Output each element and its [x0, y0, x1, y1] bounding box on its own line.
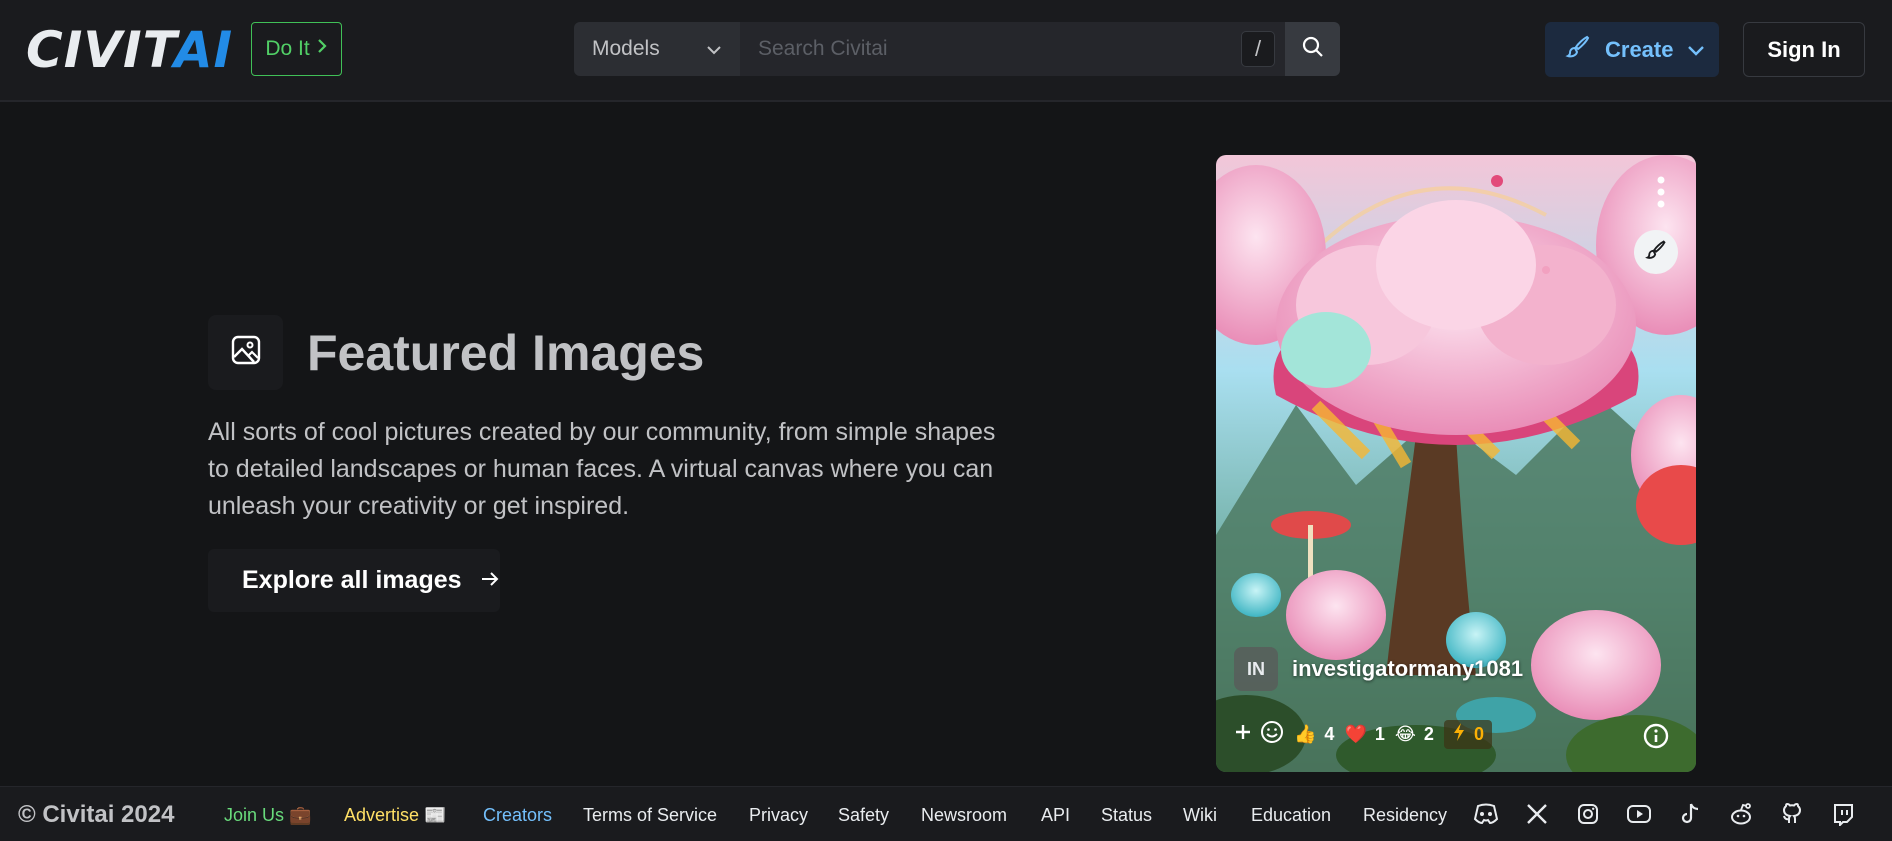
heart-icon: ❤️: [1344, 724, 1367, 744]
do-it-label: Do It: [265, 37, 310, 60]
create-label: Create: [1605, 36, 1674, 62]
footer-link-privacy[interactable]: Privacy: [749, 805, 808, 826]
laugh-count: 2: [1423, 724, 1434, 744]
x-icon[interactable]: [1523, 800, 1551, 828]
thumbs-up-icon: 👍: [1294, 724, 1317, 744]
footer-link-join-us[interactable]: Join Us 💼: [224, 805, 311, 826]
reaction-bar: 👍 4 ❤️ 1 😂 2 0: [1234, 720, 1492, 749]
search-input[interactable]: Search Civitai /: [740, 22, 1285, 76]
footer-link-residency[interactable]: Residency: [1363, 805, 1447, 826]
buzz-reaction[interactable]: 0: [1443, 720, 1492, 749]
laugh-reaction[interactable]: 😂 2: [1395, 724, 1434, 745]
avatar: IN: [1234, 647, 1278, 691]
footer-link-status[interactable]: Status: [1101, 805, 1152, 826]
image-icon: [229, 333, 263, 372]
logo-ai-text: AI: [173, 21, 234, 79]
buzz-count: 0: [1473, 724, 1484, 744]
laugh-icon: 😂: [1394, 724, 1416, 744]
search-scope-select[interactable]: Models: [574, 22, 740, 76]
search-icon: [1301, 35, 1325, 64]
footer-link-education[interactable]: Education: [1251, 805, 1331, 826]
explore-label: Explore all images: [242, 566, 462, 594]
featured-image-card[interactable]: IN investigatormany1081 👍 4 ❤️ 1 😂 2 0: [1216, 155, 1696, 772]
social-links: [1472, 800, 1857, 828]
search-bar: Models Search Civitai /: [574, 22, 1340, 76]
featured-images-icon-box: [208, 315, 283, 390]
like-count: 4: [1324, 724, 1335, 744]
search-placeholder: Search Civitai: [758, 37, 888, 60]
brush-icon: [1645, 239, 1667, 266]
top-navbar: CIVITAI Do It Models Search Civitai / Cr…: [0, 0, 1892, 102]
tiktok-icon[interactable]: [1676, 800, 1704, 828]
footer-link-creators[interactable]: Creators: [483, 805, 552, 826]
discord-icon[interactable]: [1472, 800, 1500, 828]
footer-link-api[interactable]: API: [1041, 805, 1070, 826]
heart-count: 1: [1374, 724, 1385, 744]
footer-link-advertise[interactable]: Advertise 📰: [344, 805, 446, 826]
chevron-down-icon: [1687, 37, 1705, 63]
reddit-icon[interactable]: [1727, 800, 1755, 828]
copyright-text: © Civitai 2024: [18, 801, 175, 828]
chevron-right-icon: [316, 37, 328, 61]
footer: © Civitai 2024 Join Us 💼 Advertise 📰 Cre…: [0, 786, 1892, 841]
image-author[interactable]: IN investigatormany1081: [1234, 647, 1523, 691]
footer-link-terms[interactable]: Terms of Service: [583, 805, 717, 826]
twitch-icon[interactable]: [1829, 800, 1857, 828]
footer-link-wiki[interactable]: Wiki: [1183, 805, 1217, 826]
heart-reaction[interactable]: ❤️ 1: [1344, 724, 1384, 745]
info-icon[interactable]: [1642, 722, 1670, 750]
featured-images-description: All sorts of cool pictures created by ou…: [208, 418, 996, 520]
featured-images-title: Featured Images: [307, 325, 705, 381]
instagram-icon[interactable]: [1574, 800, 1602, 828]
lightning-icon: [1452, 722, 1466, 747]
search-shortcut-key: /: [1241, 31, 1275, 67]
arrow-right-icon: [480, 566, 500, 595]
footer-link-safety[interactable]: Safety: [838, 805, 889, 826]
search-button[interactable]: [1285, 22, 1340, 76]
like-reaction[interactable]: 👍 4: [1294, 724, 1334, 745]
create-button[interactable]: Create: [1545, 22, 1719, 77]
do-it-button[interactable]: Do It: [251, 22, 342, 76]
more-vertical-icon[interactable]: [1656, 175, 1666, 209]
search-scope-value: Models: [592, 37, 660, 60]
civitai-logo[interactable]: CIVITAI: [26, 25, 233, 75]
remix-brush-button[interactable]: [1634, 230, 1678, 274]
github-icon[interactable]: [1778, 800, 1806, 828]
author-username[interactable]: investigatormany1081: [1292, 656, 1523, 682]
youtube-icon[interactable]: [1625, 800, 1653, 828]
add-reaction-button[interactable]: [1234, 720, 1284, 749]
smiley-icon: [1260, 720, 1284, 749]
sign-in-button[interactable]: Sign In: [1743, 22, 1865, 77]
logo-civit-text: CIVIT: [26, 21, 174, 79]
explore-all-images-button[interactable]: Explore all images: [208, 549, 500, 612]
plus-icon: [1234, 723, 1252, 746]
chevron-down-icon: [706, 37, 722, 61]
footer-link-newsroom[interactable]: Newsroom: [921, 805, 1007, 826]
brush-icon: [1565, 34, 1591, 66]
